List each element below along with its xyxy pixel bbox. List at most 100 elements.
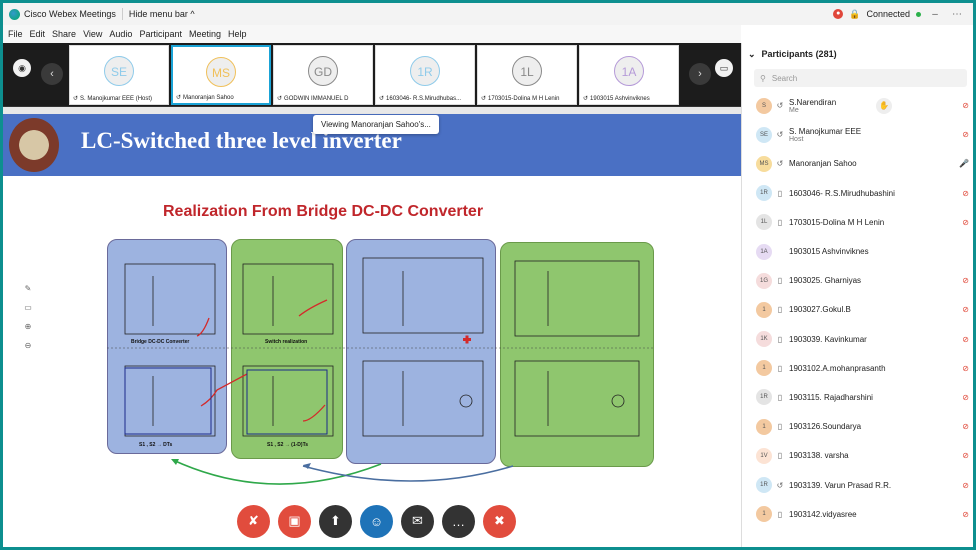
switch-realization-label: Switch realization: [265, 339, 308, 345]
menu-item-file[interactable]: File: [8, 29, 23, 39]
mic-muted-icon: ⊘: [962, 101, 969, 111]
participant-row[interactable]: SE ↺ S. Manojkumar EEE Host ⊘: [742, 120, 973, 149]
video-tile[interactable]: MS ↺ Manoranjan Sahoo: [171, 45, 271, 105]
mute-button[interactable]: ✘: [237, 504, 270, 538]
participant-name: 1903115. Rajadharshini: [789, 392, 873, 402]
recording-icon[interactable]: ●: [833, 9, 844, 19]
menu-item-help[interactable]: Help: [228, 29, 247, 39]
device-icon: ▯: [777, 334, 783, 344]
avatar: 1R: [410, 56, 440, 86]
participants-button[interactable]: ☺: [360, 504, 393, 538]
participant-row[interactable]: 1A 1903015 Ashvinviknes: [742, 237, 973, 266]
menu-item-view[interactable]: View: [83, 29, 102, 39]
circuit-diagrams: [107, 257, 654, 485]
viewing-toast: Viewing Manoranjan Sahoo's...: [313, 115, 439, 134]
window-menu-button[interactable]: ⋯: [949, 9, 965, 20]
participant-row[interactable]: 1R ↺ 1903139. Varun Prasad R.R. ⊘: [742, 470, 973, 499]
participant-row[interactable]: 1L ▯ 1703015-Dolina M H Lenin ⊘: [742, 208, 973, 237]
menu-item-meeting[interactable]: Meeting: [189, 29, 221, 39]
participant-name: 1903027.Gokul.B: [789, 305, 851, 315]
menu-item-edit[interactable]: Edit: [30, 29, 46, 39]
device-icon: ▯: [777, 392, 783, 402]
menu-item-participant[interactable]: Participant: [139, 29, 182, 39]
avatar: 1: [756, 360, 772, 377]
menu-item-audio[interactable]: Audio: [109, 29, 132, 39]
audio-icon: ↺: [277, 96, 283, 102]
hide-menu-bar-button[interactable]: Hide menu bar ^: [129, 9, 195, 19]
participant-name: 1603046- R.S.Mirudhubashini: [789, 188, 895, 198]
participants-header[interactable]: ⌄ Participants (281): [742, 43, 973, 65]
video-tile[interactable]: 1L ↺ 1703015-Dolina M H Lenin: [477, 45, 577, 105]
participant-row[interactable]: S ↺ S.Narendiran Me ✋ ⊘: [742, 91, 973, 120]
video-tile-name: GODWIN IMMANUEL D: [284, 95, 349, 102]
layout-icon[interactable]: ◉: [13, 59, 31, 77]
video-tile[interactable]: 1A ↺ 1903015 Ashvinviknes: [579, 45, 679, 105]
participant-name: 1903015 Ashvinviknes: [789, 247, 869, 257]
participant-name: 1903039. Kavinkumar: [789, 334, 867, 344]
strip-prev-button[interactable]: ‹: [41, 63, 63, 85]
device-icon: ▯: [777, 217, 783, 227]
participant-row[interactable]: 1 ▯ 1903142.vidyasree ⊘: [742, 500, 973, 529]
webex-logo-icon: [9, 8, 20, 20]
participant-row[interactable]: 1G ▯ 1903025. Gharniyas ⊘: [742, 266, 973, 295]
avatar: 1R: [756, 477, 772, 494]
connection-status[interactable]: Connected: [866, 9, 910, 19]
share-button[interactable]: ⬆: [319, 504, 352, 538]
participant-row[interactable]: 1K ▯ 1903039. Kavinkumar ⊘: [742, 325, 973, 354]
avatar: 1A: [756, 243, 772, 260]
chat-button[interactable]: ✉: [401, 504, 434, 538]
shared-content-area: LC-Switched three level inverter Viewing…: [3, 107, 741, 547]
avatar: 1: [756, 418, 772, 435]
avatar: 1K: [756, 331, 772, 348]
participant-row[interactable]: MS ↺ Manoranjan Sahoo 🎤: [742, 149, 973, 178]
webex-window: Cisco Webex Meetings Hide menu bar ^ ● 🔒…: [3, 3, 973, 547]
mic-muted-icon: ⊘: [962, 363, 969, 373]
participant-search[interactable]: ⚲ Search: [754, 69, 967, 87]
search-icon: ⚲: [760, 73, 766, 83]
raise-hand-icon[interactable]: ✋: [876, 97, 892, 114]
avatar: S: [756, 97, 772, 114]
app-title: Cisco Webex Meetings: [24, 9, 116, 19]
menu-item-share[interactable]: Share: [52, 29, 76, 39]
participant-name: 1903102.A.mohanprasanth: [789, 363, 886, 373]
participant-row[interactable]: 1 ▯ 1903126.Soundarya ⊘: [742, 412, 973, 441]
video-tile[interactable]: SE ↺ S. Manojkumar EEE (Host): [69, 45, 169, 105]
divider: [121, 8, 123, 20]
search-input[interactable]: Search: [772, 74, 797, 83]
strip-settings-icon[interactable]: ▭: [715, 59, 733, 77]
avatar: 1V: [756, 447, 772, 464]
avatar: 1R: [756, 185, 772, 202]
title-bar-right: ● 🔒 Connected – ⋯: [833, 9, 965, 20]
end-meeting-button[interactable]: ✖: [483, 504, 516, 538]
mic-muted-icon: ⊘: [962, 217, 969, 227]
more-button[interactable]: …: [442, 504, 475, 538]
mic-muted-icon: ⊘: [962, 422, 969, 432]
avatar: 1L: [512, 56, 542, 86]
device-icon: ↺: [776, 480, 784, 490]
device-icon: ▯: [777, 276, 783, 286]
video-button[interactable]: ▣: [278, 504, 311, 538]
video-tile[interactable]: 1R ↺ 1603046- R.S.Mirudhubas...: [375, 45, 475, 105]
strip-next-button[interactable]: ›: [689, 63, 711, 85]
participant-row[interactable]: 1R ▯ 1603046- R.S.Mirudhubashini ⊘: [742, 179, 973, 208]
avatar: MS: [756, 155, 772, 172]
minimize-button[interactable]: –: [927, 9, 943, 20]
chevron-down-icon[interactable]: ⌄: [748, 49, 756, 60]
participant-list: S ↺ S.Narendiran Me ✋ ⊘ SE ↺ S. Manojkumar EEE Ho…: [742, 91, 973, 529]
participant-row[interactable]: 1R ▯ 1903115. Rajadharshini ⊘: [742, 383, 973, 412]
participant-row[interactable]: 1 ▯ 1903102.A.mohanprasanth ⊘: [742, 354, 973, 383]
device-icon: ▯: [777, 509, 783, 519]
connected-indicator-icon: [916, 11, 921, 17]
participant-row[interactable]: 1 ▯ 1903027.Gokul.B ⊘: [742, 295, 973, 324]
video-tile[interactable]: GD ↺ GODWIN IMMANUEL D: [273, 45, 373, 105]
mic-muted-icon: ⊘: [962, 188, 969, 198]
participant-row[interactable]: 1V ▯ 1903138. varsha ⊘: [742, 441, 973, 470]
audio-icon: ↺: [176, 95, 182, 101]
avatar: MS: [206, 57, 236, 87]
avatar: 1R: [756, 389, 772, 406]
avatar: 1L: [756, 214, 772, 231]
mic-muted-icon: ⊘: [962, 305, 969, 315]
participant-role: Host: [789, 135, 804, 143]
lock-icon[interactable]: 🔒: [849, 9, 860, 20]
mic-muted-icon: ⊘: [962, 392, 969, 402]
